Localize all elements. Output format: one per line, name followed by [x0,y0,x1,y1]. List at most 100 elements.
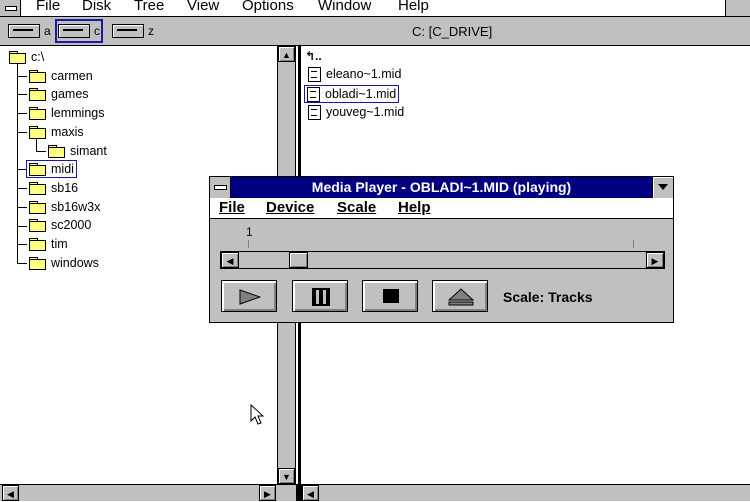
file-item[interactable]: youveg~1.mid [308,104,404,120]
tree-item-label: lemmings [51,106,105,120]
file-item-label: eleano~1.mid [326,67,402,81]
up-folder-item[interactable]: ↰.. [305,48,322,64]
tree-item[interactable]: windows [29,255,99,271]
drive-letter: z [148,24,154,38]
folder-icon [29,88,46,101]
slider-thumb[interactable] [289,252,308,268]
tree-item-selected[interactable]: midi [26,160,77,178]
window-control-box[interactable] [725,0,750,16]
folder-icon [9,51,26,64]
menu-window[interactable]: Window [318,0,371,14]
up-folder-icon: ↰.. [305,49,322,63]
mouse-pointer-icon [250,404,265,425]
menu-help[interactable]: Help [398,0,429,14]
current-path-label: C: [C_DRIVE] [412,24,493,39]
mp-menu-help[interactable]: Help [398,199,431,216]
tree-item[interactable]: sb16 [29,180,78,196]
play-button[interactable] [221,280,277,312]
menu-file[interactable]: File [36,0,60,14]
hard-drive-icon [58,24,90,38]
tree-item-label: windows [51,256,99,270]
track-number-label: 1 [246,225,253,239]
folder-icon [29,70,46,83]
slider-right-arrow-icon[interactable]: ▶ [646,252,664,268]
track-end-tick [633,240,634,248]
pause-icon [312,288,330,306]
mp-menu-device[interactable]: Device [266,199,314,216]
tree-scroll-left-icon[interactable]: ◀ [2,485,19,501]
tree-item[interactable]: sc2000 [29,217,91,233]
folder-icon [29,201,46,214]
tree-item-label: sc2000 [51,218,92,232]
tree-item[interactable]: tim [29,236,68,252]
tree-item-label: midi [51,162,74,176]
files-scroll-left-icon[interactable]: ◀ [302,485,319,501]
track-start-tick [248,240,249,248]
tree-item-label: sb16 [51,181,79,195]
file-item-label: youveg~1.mid [326,105,405,119]
tree-item[interactable]: simant [48,143,107,159]
scale-indicator: Scale: Tracks [503,289,593,305]
media-player-title: Media Player - OBLADI~1.MID (playing) [311,179,572,195]
tree-item[interactable]: sb16w3x [29,199,100,215]
tree-item-label: games [51,87,89,101]
folder-icon [29,238,46,251]
tree-item[interactable]: lemmings [29,105,105,121]
slider-left-arrow-icon[interactable]: ◀ [221,252,239,268]
eject-button[interactable] [432,280,488,312]
drive-a[interactable]: a [8,22,51,40]
file-item[interactable]: eleano~1.mid [308,66,401,82]
scroll-up-arrow-icon[interactable]: ▲ [278,46,295,62]
folder-icon [29,107,46,120]
tree-item-label: simant [70,144,107,158]
floppy-drive-icon [8,24,40,38]
tree-item-label: tim [51,237,68,251]
horizontal-scrollbars: ◀ ▶ ◀ [0,484,750,501]
tree-item-root[interactable]: c:\ [9,49,44,65]
mp-menu-scale[interactable]: Scale [337,199,376,216]
tree-item-label: c:\ [31,50,45,64]
drive-z[interactable]: z [112,22,154,40]
menu-view[interactable]: View [187,0,219,14]
pause-button[interactable] [292,280,348,312]
file-item-selected[interactable]: obladi~1.mid [304,85,400,103]
menu-disk[interactable]: Disk [82,0,111,14]
midi-file-icon [308,66,321,82]
file-item-label: obladi~1.mid [325,87,397,101]
tree-item-label: sb16w3x [51,200,101,214]
drive-letter: c [94,24,100,38]
minimize-icon[interactable] [652,177,673,198]
media-player-menu-bar: File Device Scale Help [210,198,673,219]
open-folder-icon [29,163,46,176]
play-icon [239,289,261,305]
menu-bar: File Disk Tree View Options Window Help [0,0,750,17]
position-slider[interactable]: ◀ ▶ [220,251,665,269]
scroll-down-arrow-icon[interactable]: ▼ [278,468,295,484]
tree-item[interactable]: carmen [29,68,93,84]
drive-bar: a c z C: [C_DRIVE] [0,17,750,46]
midi-file-icon [308,104,321,120]
mp-menu-file[interactable]: File [219,199,245,216]
stop-button[interactable] [362,280,418,312]
system-menu-box[interactable] [0,0,21,16]
menu-options[interactable]: Options [242,0,294,14]
tree-scroll-right-icon[interactable]: ▶ [259,485,276,501]
tree-item-label: carmen [51,69,93,83]
drive-c[interactable]: c [55,19,103,43]
media-player-title-bar[interactable]: Media Player - OBLADI~1.MID (playing) [210,177,673,198]
drive-letter: a [44,24,51,38]
tree-item-label: maxis [51,125,84,139]
menu-tree[interactable]: Tree [134,0,164,14]
network-drive-icon [112,24,144,38]
folder-icon [29,126,46,139]
media-player-system-menu-icon[interactable] [210,177,231,198]
tree-item[interactable]: games [29,86,89,102]
midi-file-icon [307,86,320,102]
media-player-window: Media Player - OBLADI~1.MID (playing) Fi… [209,176,674,323]
folder-icon [29,219,46,232]
eject-icon [447,288,475,306]
tree-item[interactable]: maxis [29,124,84,140]
stop-icon [383,289,399,303]
folder-icon [29,182,46,195]
folder-icon [29,257,46,270]
